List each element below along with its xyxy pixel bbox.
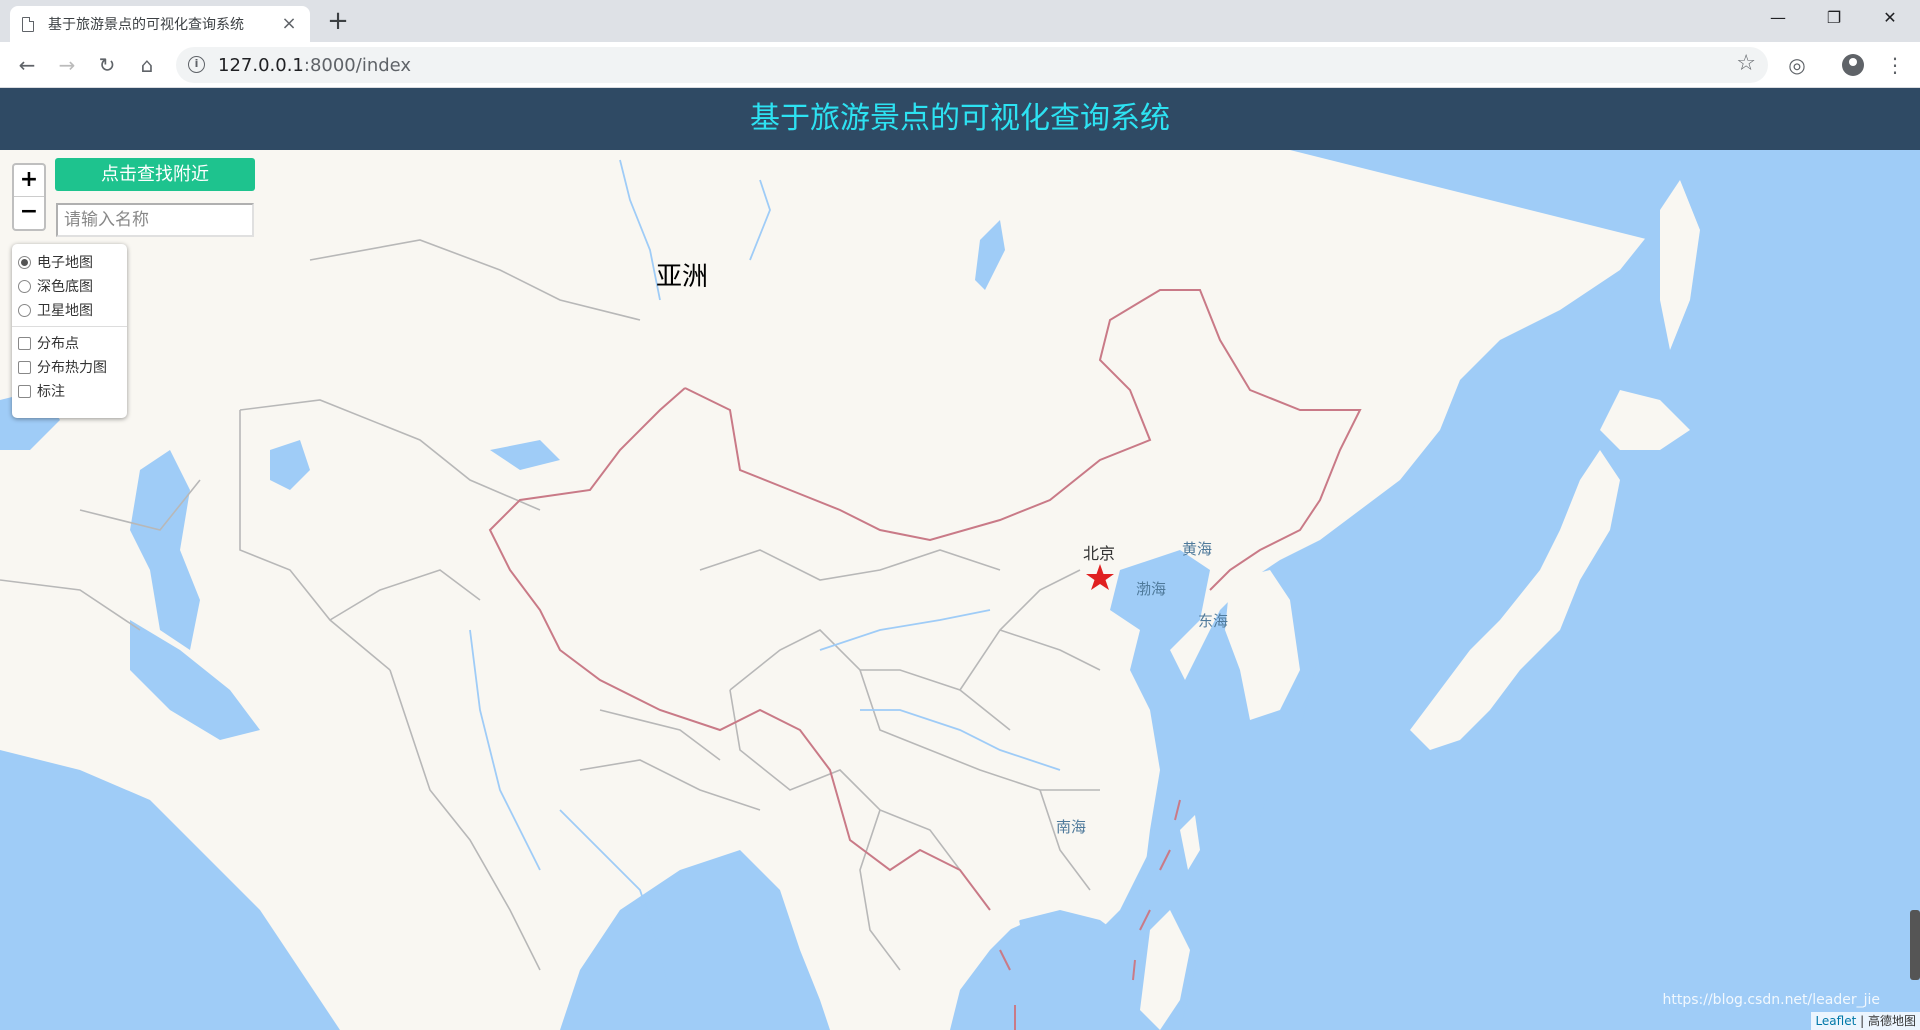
map-canvas[interactable]: 亚洲 北京 渤海 黄海 东海 南海 https://blog.csdn.net/… [0,150,1920,1030]
base-layer-label: 电子地图 [37,255,93,271]
sea-label: 东海 [1198,612,1229,630]
browser-tabstrip: 基于旅游景点的可视化查询系统 × + — ❐ ✕ [0,0,1920,42]
radio-button[interactable] [18,303,31,317]
base-layer-option[interactable]: 电子地图 [18,250,121,274]
close-tab-icon[interactable]: × [280,15,298,33]
url-text[interactable]: 127.0.0.1:8000/index [218,55,411,76]
search-input[interactable] [56,203,254,237]
overlay-label: 分布热力图 [37,360,107,376]
zoom-control: + − [12,163,46,231]
zoom-out-button[interactable]: − [14,197,44,229]
menu-kebab-icon[interactable]: ⋮ [1880,50,1910,80]
forward-icon[interactable]: → [52,50,82,80]
radio-button[interactable] [18,255,31,269]
find-nearby-button[interactable]: 点击查找附近 [55,158,255,191]
browser-toolbar: ← → ↻ ⌂ i 127.0.0.1:8000/index ☆ ◎ ⋮ [0,42,1920,88]
map-attribution: Leaflet | 高德地图 [1811,1012,1920,1030]
overlay-label: 分布点 [37,336,79,352]
scrollbar-handle[interactable] [1910,910,1920,980]
layer-control: 电子地图 深色底图 卫星地图 分布点 分布热力图 标注 [12,244,127,418]
overlay-option[interactable]: 分布热力图 [18,355,121,379]
checkbox[interactable] [18,384,31,398]
page-title: 基于旅游景点的可视化查询系统 [0,88,1920,150]
base-layer-option[interactable]: 卫星地图 [18,298,121,322]
land-korea [1225,570,1300,720]
continent-label: 亚洲 [656,262,709,292]
attribution-text: | 高德地图 [1856,1014,1916,1028]
checkbox[interactable] [18,360,31,374]
back-icon[interactable]: ← [12,50,42,80]
minimize-icon[interactable]: — [1750,0,1806,36]
land-philippines [1140,910,1190,1030]
bookmark-star-icon[interactable]: ☆ [1736,51,1756,76]
avatar-icon [1842,54,1864,76]
base-layer-label: 深色底图 [37,279,93,295]
sea-label: 南海 [1056,818,1087,836]
restore-icon[interactable]: ❐ [1806,0,1862,36]
layer-separator [12,326,127,327]
checkbox[interactable] [18,336,31,350]
document-icon [22,16,34,32]
reload-icon[interactable]: ↻ [92,50,122,80]
city-label: 北京 [1083,544,1116,563]
profile-avatar[interactable] [1838,50,1868,80]
new-tab-button[interactable]: + [324,8,352,36]
tab-title: 基于旅游景点的可视化查询系统 [48,17,244,33]
map-tiles [0,150,1920,1030]
zoom-in-button[interactable]: + [14,165,44,197]
base-layer-label: 卫星地图 [37,303,93,319]
watermark-text: https://blog.csdn.net/leader_jie [1662,992,1881,1008]
browser-tab[interactable]: 基于旅游景点的可视化查询系统 × [10,6,310,42]
base-layer-option[interactable]: 深色底图 [18,274,121,298]
overlay-label: 标注 [37,384,65,400]
sea-label: 黄海 [1182,540,1213,558]
close-window-icon[interactable]: ✕ [1862,0,1918,36]
sea-label: 渤海 [1136,580,1167,598]
address-bar[interactable]: i 127.0.0.1:8000/index ☆ [176,47,1768,83]
home-icon[interactable]: ⌂ [132,50,162,80]
leaflet-link[interactable]: Leaflet [1815,1014,1856,1028]
overlay-option[interactable]: 分布点 [18,331,121,355]
radio-button[interactable] [18,279,31,293]
extension-icon[interactable]: ◎ [1782,50,1812,80]
site-info-icon[interactable]: i [188,56,205,73]
overlay-option[interactable]: 标注 [18,379,121,403]
